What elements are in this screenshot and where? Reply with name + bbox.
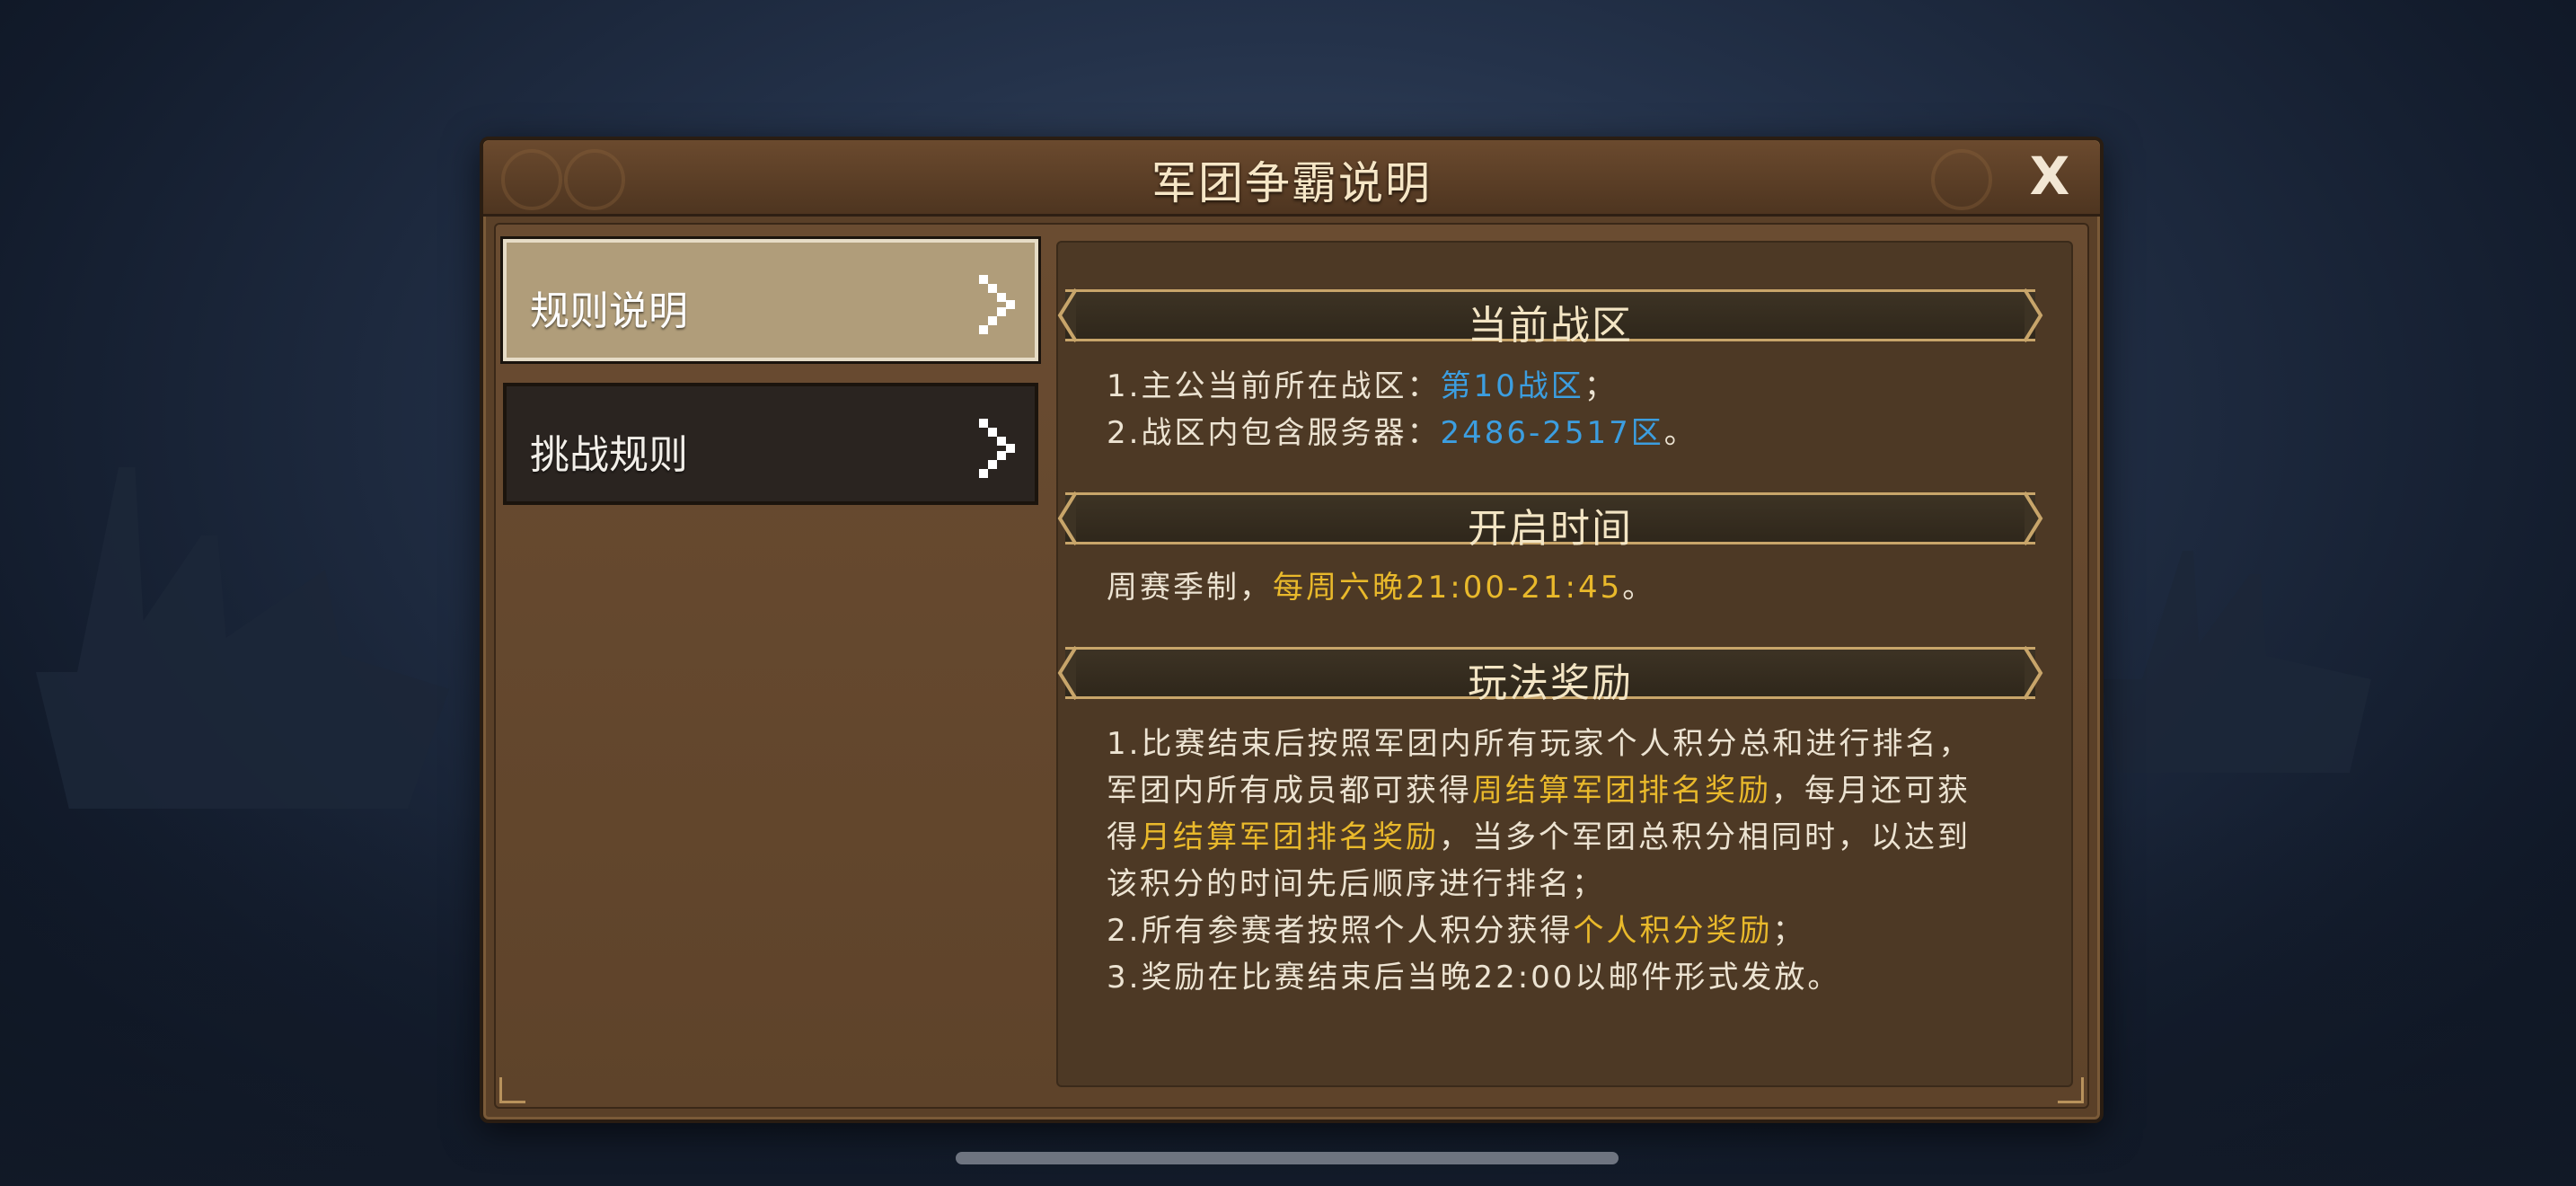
zone-line-1: 1.主公当前所在战区：第10战区； — [1107, 363, 1987, 410]
weekly-reward-link: 周结算军团排名奖励 — [1472, 773, 1771, 809]
chevron-right-icon — [979, 419, 1015, 478]
section-title: 玩法奖励 — [1468, 660, 1633, 706]
dialog-title: 军团争霸说明 — [1151, 157, 1432, 209]
section-header-reward: 玩法奖励 — [1056, 643, 2044, 706]
corner-ornament-bottom-left — [499, 1077, 525, 1103]
current-zone-value: 第10战区 — [1440, 368, 1584, 404]
monthly-reward-link: 月结算军团排名奖励 — [1140, 819, 1439, 855]
nav-item-rules[interactable]: 规则说明 — [503, 239, 1038, 361]
time-info-text: 周赛季制，每周六晚21:00-21:45。 — [1107, 564, 1987, 611]
ship-silhouette-left — [36, 467, 449, 809]
nav-item-challenge-rules[interactable]: 挑战规则 — [503, 383, 1038, 505]
section-title: 当前战区 — [1468, 303, 1633, 349]
home-indicator[interactable] — [956, 1152, 1619, 1164]
reward-text: 2.所有参赛者按照个人积分获得 — [1107, 913, 1574, 949]
server-range-value: 2486-2517区 — [1440, 415, 1664, 451]
time-prefix: 周赛季制， — [1107, 570, 1273, 606]
reward-paragraph-2: 2.所有参赛者按照个人积分获得个人积分奖励； — [1107, 907, 1987, 954]
personal-reward-link: 个人积分奖励 — [1573, 913, 1773, 949]
section-title: 开启时间 — [1468, 506, 1633, 552]
time-suffix: 。 — [1622, 570, 1656, 606]
reward-info-text: 1.比赛结束后按照军团内所有玩家个人积分总和进行排名，军团内所有成员都可获得周结… — [1107, 721, 1987, 1001]
zone-info-text: 1.主公当前所在战区：第10战区； 2.战区内包含服务器：2486-2517区。 — [1107, 363, 1987, 456]
close-icon: X — [2029, 146, 2070, 207]
ship-silhouette-right — [2102, 551, 2371, 773]
reward-paragraph-1: 1.比赛结束后按照军团内所有玩家个人积分总和进行排名，军团内所有成员都可获得周结… — [1107, 721, 1987, 907]
dialog-title-bar: 军团争霸说明 X — [483, 140, 2100, 217]
zone-line-2: 2.战区内包含服务器：2486-2517区。 — [1107, 410, 1987, 456]
zone-line-1-suffix: ； — [1584, 368, 1618, 404]
chevron-right-icon — [979, 275, 1015, 334]
reward-text: ； — [1772, 913, 1806, 949]
section-header-zone: 当前战区 — [1056, 286, 2044, 349]
time-value: 每周六晚21:00-21:45 — [1273, 570, 1623, 606]
reward-paragraph-3: 3.奖励在比赛结束后当晚22:00以邮件形式发放。 — [1107, 960, 1841, 996]
zone-line-2-suffix: 。 — [1663, 415, 1698, 451]
zone-line-1-label: 1.主公当前所在战区： — [1107, 368, 1441, 404]
nav-item-label: 挑战规则 — [530, 432, 688, 478]
close-button[interactable]: X — [2023, 149, 2077, 203]
nav-item-label: 规则说明 — [530, 288, 688, 334]
zone-line-2-label: 2.战区内包含服务器： — [1107, 415, 1441, 451]
section-header-time: 开启时间 — [1056, 489, 2044, 552]
